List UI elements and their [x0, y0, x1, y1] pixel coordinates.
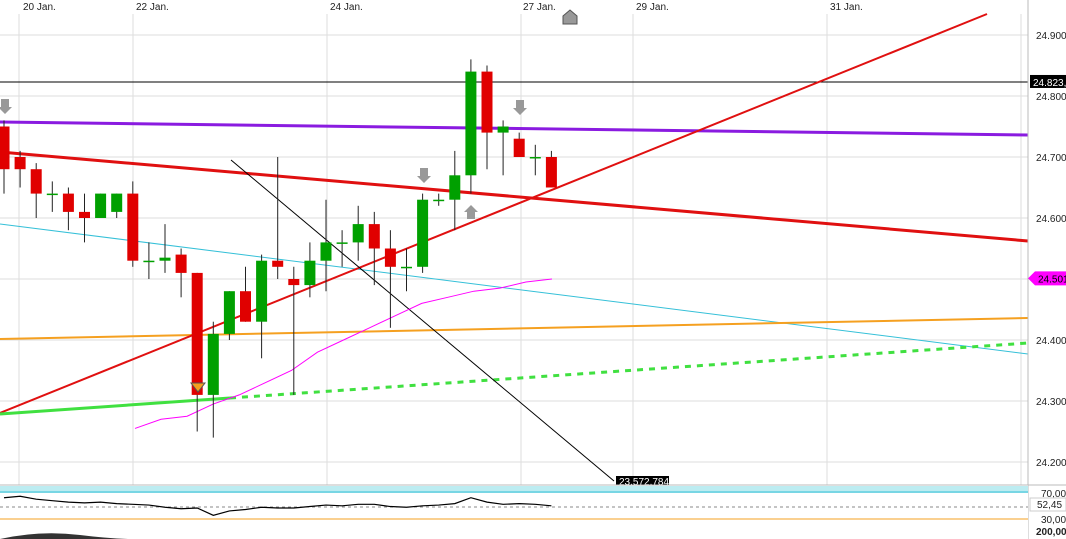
candle-body: [449, 175, 461, 200]
candle-body: [497, 126, 509, 133]
candle-body: [288, 279, 300, 286]
candle-body: [14, 157, 26, 170]
candle-body: [401, 266, 412, 269]
crosshair-price-label: 24.823,: [1033, 78, 1066, 89]
candle-body: [320, 242, 332, 261]
price-tick-label: 24.700: [1036, 153, 1066, 164]
candle-body: [513, 138, 525, 157]
candle-body: [175, 254, 187, 273]
candle-body: [46, 193, 58, 196]
candle-body: [352, 224, 364, 243]
candle-body: [79, 211, 90, 218]
candle-body: [417, 199, 429, 267]
candle-body: [304, 260, 316, 286]
price-tick-label: 24.400: [1036, 336, 1066, 347]
candle: [223, 291, 235, 340]
candle-body: [465, 71, 477, 176]
rsi-30-label: 30,00: [1041, 515, 1066, 526]
candle-body: [256, 260, 268, 322]
candle-body: [272, 260, 284, 267]
candle-body: [95, 193, 107, 218]
candle-body: [143, 260, 155, 263]
candle: [95, 193, 107, 218]
candle-body: [127, 193, 139, 261]
candle-body: [207, 333, 219, 395]
date-tick-label: 29 Jan.: [636, 2, 669, 13]
date-tick-label: 22 Jan.: [136, 2, 169, 13]
candle-body: [481, 71, 493, 133]
candle-body: [223, 291, 235, 334]
chart-background: [0, 0, 1066, 539]
candle-body: [159, 257, 171, 261]
candle-body: [384, 248, 396, 267]
candle-body: [433, 199, 445, 202]
candle-body: [545, 157, 557, 188]
candle: [417, 193, 429, 273]
price-tick-label: 24.300: [1036, 397, 1066, 408]
date-tick-label: 27 Jan.: [523, 2, 556, 13]
candle-body: [62, 193, 74, 212]
candle-body: [336, 242, 348, 244]
price-tick-label: 24.200: [1036, 458, 1066, 469]
candle-body: [191, 272, 203, 395]
date-tick-label: 31 Jan.: [830, 2, 863, 13]
candle-body: [368, 224, 380, 249]
candle: [465, 59, 477, 194]
rsi-panel: 70,00 52,45 30,00 200,00: [0, 484, 1066, 539]
current-price-label: 24.501: [1038, 274, 1066, 285]
last-price-badge: 24.823,: [1030, 74, 1066, 89]
date-tick-label: 24 Jan.: [330, 2, 363, 13]
candle-body: [529, 157, 541, 159]
price-tick-label: 24.600: [1036, 214, 1066, 225]
current-price-badge: 24.501: [1028, 271, 1066, 286]
volume-scale-label: 200,00: [1036, 527, 1066, 538]
candle-body: [0, 126, 10, 170]
price-tick-label: 24.800: [1036, 92, 1066, 103]
candle: [127, 181, 139, 267]
chart-canvas: 20 Jan. 22 Jan. 24 Jan. 27 Jan. 29 Jan. …: [0, 0, 1066, 539]
candle-body: [30, 169, 42, 194]
candle-body: [240, 291, 251, 322]
price-tick-label: 24.900: [1036, 31, 1066, 42]
rsi-current-label: 52,45: [1037, 500, 1062, 511]
date-tick-label: 20 Jan.: [23, 2, 56, 13]
candle-body: [111, 193, 123, 212]
